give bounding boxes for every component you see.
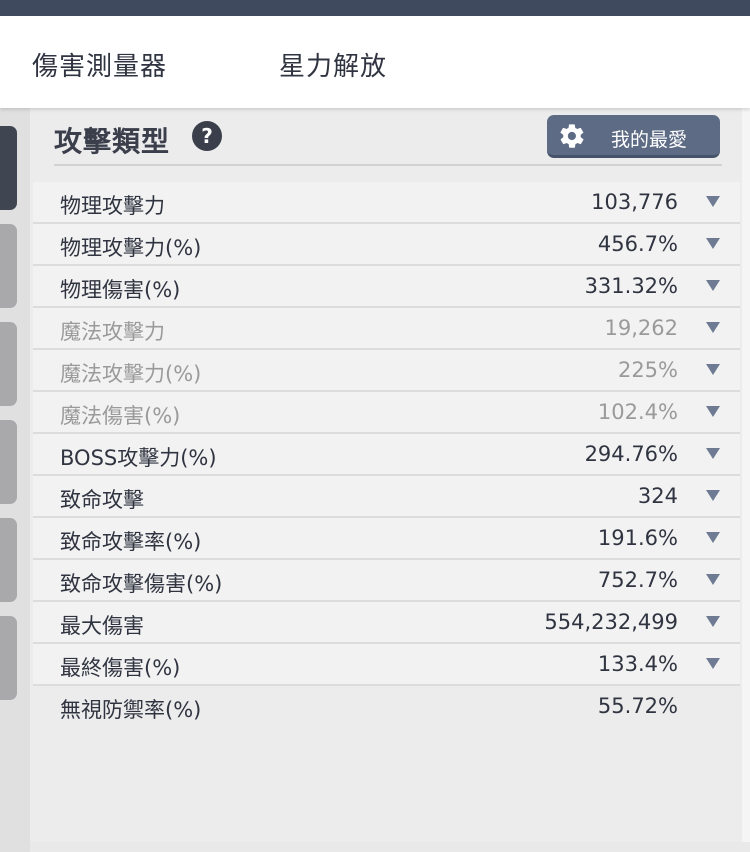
expand-arrow-icon[interactable] <box>706 196 720 207</box>
stat-label: 魔法攻擊力 <box>60 320 165 344</box>
stat-row[interactable]: 魔法傷害(%) 102.4% <box>33 392 740 434</box>
favorite-label: 我的最愛 <box>611 129 688 151</box>
stat-value: 191.6% <box>597 526 678 550</box>
stat-value: 294.76% <box>584 442 678 466</box>
stat-value: 19,262 <box>604 316 678 340</box>
stat-label: 物理攻擊力(%) <box>60 236 202 260</box>
stat-label: 魔法傷害(%) <box>60 404 181 428</box>
stat-value: 103,776 <box>591 190 678 214</box>
nav-star-release[interactable]: 星力解放 <box>279 46 387 83</box>
top-status-bar <box>0 0 750 16</box>
stat-row[interactable]: BOSS攻擊力(%) 294.76% <box>33 434 740 476</box>
panel-edge <box>742 108 750 842</box>
expand-arrow-icon[interactable] <box>706 364 720 375</box>
stat-value: 554,232,499 <box>544 610 678 634</box>
side-tab-1[interactable] <box>0 126 17 210</box>
side-tab-2[interactable] <box>0 224 17 308</box>
stat-label: 最終傷害(%) <box>60 656 181 680</box>
stat-row: 無視防禦率(%) 55.72% <box>33 686 740 728</box>
favorite-button[interactable]: 我的最愛 <box>547 115 720 158</box>
top-nav: 傷害測量器 星力解放 <box>0 16 750 108</box>
stat-label: 物理傷害(%) <box>60 278 181 302</box>
stat-label: 致命攻擊率(%) <box>60 530 202 554</box>
expand-arrow-icon[interactable] <box>706 406 720 417</box>
stat-value: 133.4% <box>597 652 678 676</box>
stat-label: 魔法攻擊力(%) <box>60 362 202 386</box>
stat-row[interactable]: 物理攻擊力(%) 456.7% <box>33 224 740 266</box>
stat-label: 最大傷害 <box>60 614 144 638</box>
stat-value: 55.72% <box>597 694 678 718</box>
expand-arrow-icon[interactable] <box>706 448 720 459</box>
stat-row[interactable]: 致命攻擊傷害(%) 752.7% <box>33 560 740 602</box>
section-header: 攻擊類型 ? 我的最愛 <box>54 108 722 166</box>
stat-value: 752.7% <box>597 568 678 592</box>
stat-list: 物理攻擊力 103,776 物理攻擊力(%) 456.7% 物理傷害(%) 331.32%… <box>33 182 740 728</box>
expand-arrow-icon[interactable] <box>706 322 720 333</box>
stat-row[interactable]: 致命攻擊率(%) 191.6% <box>33 518 740 560</box>
stat-row[interactable]: 魔法攻擊力 19,262 <box>33 308 740 350</box>
stat-label: 無視防禦率(%) <box>60 698 202 722</box>
stat-row[interactable]: 魔法攻擊力(%) 225% <box>33 350 740 392</box>
nav-damage-meter[interactable]: 傷害測量器 <box>32 46 167 83</box>
expand-arrow-icon[interactable] <box>706 532 720 543</box>
expand-arrow-icon[interactable] <box>706 574 720 585</box>
stat-value: 456.7% <box>597 232 678 256</box>
side-tab-5[interactable] <box>0 518 17 602</box>
stat-value: 102.4% <box>597 400 678 424</box>
stat-label: 致命攻擊 <box>60 488 144 512</box>
side-tab-4[interactable] <box>0 420 17 504</box>
stat-row[interactable]: 最大傷害 554,232,499 <box>33 602 740 644</box>
stat-label: 物理攻擊力 <box>60 194 165 218</box>
stat-row[interactable]: 致命攻擊 324 <box>33 476 740 518</box>
expand-arrow-icon[interactable] <box>706 658 720 669</box>
side-tab-6[interactable] <box>0 616 17 700</box>
stat-value: 331.32% <box>584 274 678 298</box>
stat-row[interactable]: 物理傷害(%) 331.32% <box>33 266 740 308</box>
stat-label: BOSS攻擊力(%) <box>60 446 217 470</box>
section-title: 攻擊類型 <box>54 125 171 158</box>
expand-arrow-icon[interactable] <box>706 238 720 249</box>
help-icon[interactable]: ? <box>192 121 222 151</box>
side-tab-3[interactable] <box>0 322 17 406</box>
stat-row[interactable]: 最終傷害(%) 133.4% <box>33 644 740 686</box>
stat-label: 致命攻擊傷害(%) <box>60 572 223 596</box>
side-tab-rail <box>0 108 30 852</box>
stat-value: 225% <box>617 358 678 382</box>
stat-value: 324 <box>637 484 678 508</box>
expand-arrow-icon[interactable] <box>706 490 720 501</box>
gear-icon <box>560 124 584 148</box>
expand-arrow-icon[interactable] <box>706 280 720 291</box>
stat-row[interactable]: 物理攻擊力 103,776 <box>33 182 740 224</box>
expand-arrow-icon[interactable] <box>706 616 720 627</box>
